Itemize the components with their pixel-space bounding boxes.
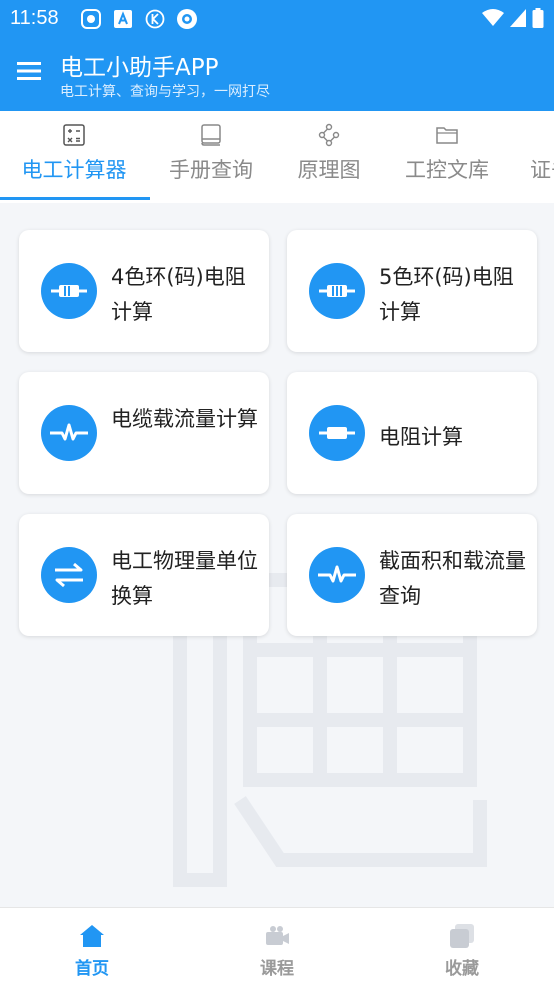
card-4-band-resistor[interactable]: 4色环(码)电阻计算 [19,230,269,352]
tab-indicator [0,197,150,200]
tab-label: 原理图 [297,158,361,182]
card-label: 截面积和载流量查询 [379,549,526,608]
pulse-icon [309,547,365,603]
resistor-icon [309,263,365,319]
tab-schematic[interactable]: 原理图 [274,111,384,203]
status-time: 11:58 [10,7,59,29]
folder-icon [435,123,459,147]
k-notification-icon [144,8,166,30]
card-label: 电缆载流量计算 [111,407,258,431]
card-resistance[interactable]: 电阻计算 [287,372,537,494]
nav-label: 收藏 [445,959,479,979]
home-icon [78,922,106,950]
pulse-icon [41,405,97,461]
tab-label: 工控文库 [405,158,489,182]
app-notification-icon [80,8,102,30]
battery-icon [532,8,544,32]
card-label: 电阻计算 [379,425,463,449]
tab-label: 电工计算器 [21,158,127,182]
video-icon [263,922,291,950]
tab-calculator[interactable]: 电工计算器 [0,111,148,203]
nav-courses[interactable]: 课程 [185,908,369,985]
signal-icon [510,9,526,31]
a-notification-icon [112,8,134,30]
card-cable-ampacity[interactable]: 电缆载流量计算 [19,372,269,494]
bottom-navigation: 首页 课程 收藏 [0,907,554,985]
resistor-icon [309,405,365,461]
collection-icon [448,922,476,950]
status-bar: 11:58 [0,0,554,38]
calculator-icon [62,123,86,147]
category-tabs: 电工计算器 手册查询 原理图 工控文库 证书 [0,111,554,203]
tab-library[interactable]: 工控文库 [384,111,510,203]
card-label: 5色环(码)电阻计算 [379,265,514,324]
nav-label: 首页 [75,959,109,979]
app-title: 电工小助手APP [60,55,219,81]
system-status-icons [482,8,544,32]
notification-icons [80,8,198,30]
tab-certificate[interactable]: 证书 [510,111,554,203]
wifi-icon [482,9,504,31]
tab-label: 证书 [530,158,554,182]
app-subtitle: 电工计算、查询与学习，一网打尽 [60,84,270,100]
card-unit-conversion[interactable]: 电工物理量单位换算 [19,514,269,636]
card-label: 电工物理量单位换算 [111,549,258,608]
swap-arrows-icon [41,547,97,603]
book-icon [199,123,223,147]
eye-notification-icon [176,8,198,30]
nav-favorites[interactable]: 收藏 [370,908,554,985]
share-nodes-icon [317,123,341,147]
card-5-band-resistor[interactable]: 5色环(码)电阻计算 [287,230,537,352]
nav-home[interactable]: 首页 [0,908,184,985]
card-label: 4色环(码)电阻计算 [111,265,246,324]
nav-label: 课程 [260,959,294,979]
app-bar: 电工小助手APP 电工计算、查询与学习，一网打尽 [0,38,554,111]
menu-icon[interactable] [14,56,44,86]
tab-manual[interactable]: 手册查询 [148,111,274,203]
card-section-ampacity-query[interactable]: 截面积和载流量查询 [287,514,537,636]
resistor-icon [41,263,97,319]
tab-label: 手册查询 [169,158,253,182]
